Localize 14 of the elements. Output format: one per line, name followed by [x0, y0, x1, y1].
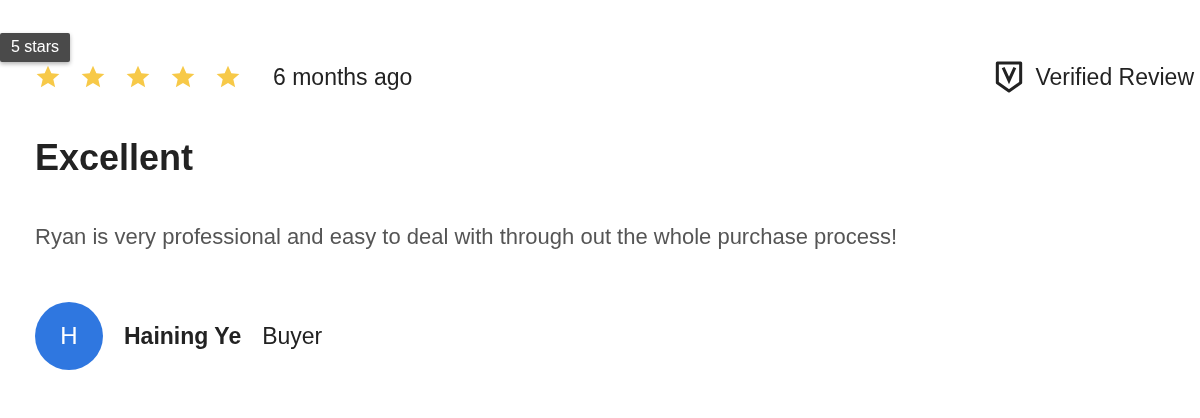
review-text: Ryan is very professional and easy to deal with through out the whole purchase process!	[35, 223, 899, 251]
review-date: 6 months ago	[273, 63, 413, 91]
star-icon	[35, 64, 61, 90]
review-title: Excellent	[35, 136, 195, 180]
star-icon	[125, 64, 151, 90]
star-icon	[215, 64, 241, 90]
author-role: Buyer	[262, 322, 323, 350]
tooltip: 5 stars	[0, 33, 70, 62]
shield-check-icon	[995, 60, 1024, 94]
avatar: H	[35, 302, 103, 370]
star-icon	[80, 64, 106, 90]
author-name: Haining Ye	[124, 322, 242, 350]
verified-label: Verified Review	[1035, 63, 1194, 91]
star-icon	[170, 64, 196, 90]
